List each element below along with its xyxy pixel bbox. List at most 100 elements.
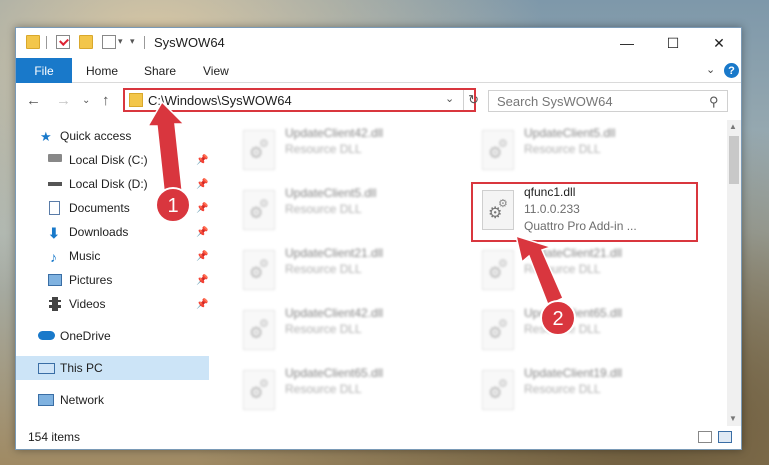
new-folder-icon[interactable]	[79, 35, 93, 49]
dll-file-icon	[482, 310, 514, 350]
sidebar-item-documents[interactable]: Documents 📌	[16, 196, 209, 220]
tab-view[interactable]: View	[203, 64, 229, 78]
sidebar-item-downloads[interactable]: ⬇ Downloads 📌	[16, 220, 209, 244]
sidebar-item-quick-access[interactable]: ★ Quick access	[16, 124, 209, 148]
list-item[interactable]: UpdateClient21.dll Resource DLL	[233, 242, 458, 294]
sidebar-item-label: This PC	[60, 361, 103, 375]
sidebar-item-local-disk-d[interactable]: Local Disk (D:) 📌	[16, 172, 209, 196]
list-item[interactable]: UpdateClient19.dll Resource DLL	[472, 362, 697, 414]
pin-icon[interactable]: 📌	[196, 155, 208, 166]
sidebar-item-label: OneDrive	[60, 329, 111, 343]
scroll-down-icon[interactable]: ▼	[729, 414, 737, 423]
file-name: UpdateClient21.dll	[285, 246, 384, 260]
tab-share[interactable]: Share	[144, 64, 176, 78]
maximize-button[interactable]: ☐	[650, 28, 696, 58]
sidebar-item-label: Pictures	[69, 273, 113, 287]
scroll-up-icon[interactable]: ▲	[729, 122, 737, 131]
folder-icon	[129, 93, 143, 107]
list-item[interactable]: UpdateClient42.dll Resource DLL	[233, 302, 458, 354]
sidebar-item-local-disk-c[interactable]: Local Disk (C:) 📌	[16, 148, 209, 172]
pictures-icon	[48, 274, 62, 286]
list-item[interactable]: UpdateClient21.dll Resource DLL	[472, 242, 697, 294]
file-type: Resource DLL	[524, 322, 601, 336]
navigation-pane: ★ Quick access Local Disk (C:) 📌 Local D…	[16, 120, 209, 426]
chevron-down-icon[interactable]: ⌄	[445, 92, 454, 105]
pin-icon[interactable]: 📌	[196, 203, 208, 214]
dll-file-icon	[243, 310, 275, 350]
details-view-icon[interactable]	[698, 431, 712, 443]
vertical-scrollbar[interactable]: ▲ ▼	[727, 120, 741, 426]
star-icon: ★	[40, 129, 52, 144]
sidebar-item-onedrive[interactable]: OneDrive	[16, 324, 209, 348]
downloads-icon: ⬇	[48, 225, 60, 241]
sidebar-item-label: Videos	[69, 297, 106, 311]
refresh-icon[interactable]: ↻	[463, 90, 479, 110]
customize-toolbar-icon[interactable]	[102, 35, 116, 49]
file-type: Resource DLL	[285, 142, 362, 156]
help-icon[interactable]: ?	[724, 63, 739, 78]
recent-locations-button[interactable]: ⌄	[82, 95, 90, 106]
forward-button[interactable]: →	[56, 92, 71, 109]
address-bar[interactable]: C:\Windows\SysWOW64 ⌄ ↻	[123, 88, 479, 112]
dll-file-icon	[243, 250, 275, 290]
scroll-thumb[interactable]	[729, 136, 739, 184]
sidebar-item-label: Documents	[69, 201, 130, 215]
separator	[46, 36, 47, 49]
sidebar-item-this-pc[interactable]: This PC	[16, 356, 209, 380]
sidebar-item-label: Network	[60, 393, 105, 407]
up-button[interactable]: ↑	[102, 92, 110, 109]
list-item[interactable]: UpdateClient5.dll Resource DLL	[472, 122, 697, 174]
pin-icon[interactable]: 📌	[196, 227, 208, 238]
videos-icon	[49, 297, 61, 311]
dll-file-icon	[482, 250, 514, 290]
pin-icon[interactable]: 📌	[196, 275, 208, 286]
sidebar-item-label: Downloads	[69, 225, 129, 239]
search-input[interactable]: Search SysWOW64 ⚲	[488, 90, 728, 112]
sidebar-item-music[interactable]: ♪ Music 📌	[16, 244, 209, 268]
highlight-box	[471, 182, 698, 242]
minimize-button[interactable]: —	[604, 28, 650, 58]
search-icon[interactable]: ⚲	[709, 94, 719, 110]
folder-icon	[26, 35, 40, 49]
dll-file-icon	[243, 130, 275, 170]
network-icon	[38, 394, 54, 406]
tab-file[interactable]: File	[16, 58, 72, 83]
properties-icon[interactable]	[56, 35, 70, 49]
file-type: Resource DLL	[524, 142, 601, 156]
list-item[interactable]: UpdateClient65.dll Resource DLL	[233, 362, 458, 414]
list-item[interactable]: UpdateClient5.dll Resource DLL	[233, 182, 458, 234]
title-bar: ▾ ▾ SysWOW64 — ☐ ✕	[16, 28, 741, 58]
dropdown-icon[interactable]: ▾	[130, 36, 135, 47]
navigation-bar: ← → ⌄ ↑ C:\Windows\SysWOW64 ⌄ ↻ Search S…	[16, 84, 741, 118]
chevron-down-icon[interactable]: ▾	[118, 36, 123, 47]
sidebar-item-label: Local Disk (D:)	[69, 177, 148, 191]
file-name: UpdateClient65.dll	[524, 306, 623, 320]
expand-ribbon-icon[interactable]: ⌄	[706, 63, 715, 76]
file-type: Resource DLL	[524, 262, 601, 276]
file-name: UpdateClient21.dll	[524, 246, 623, 260]
pin-icon[interactable]: 📌	[196, 251, 208, 262]
back-button[interactable]: ←	[26, 92, 41, 109]
file-type: Resource DLL	[285, 382, 362, 396]
sidebar-item-label: Quick access	[60, 129, 132, 143]
address-path[interactable]: C:\Windows\SysWOW64	[148, 93, 292, 108]
status-bar: 154 items	[16, 426, 741, 449]
tab-home[interactable]: Home	[86, 64, 118, 78]
file-type: Resource DLL	[285, 202, 362, 216]
sidebar-item-pictures[interactable]: Pictures 📌	[16, 268, 209, 292]
window-title: SysWOW64	[154, 35, 225, 50]
drive-icon	[48, 154, 62, 162]
sidebar-item-network[interactable]: Network	[16, 388, 209, 412]
large-icons-view-icon[interactable]	[718, 431, 732, 443]
file-list: UpdateClient42.dll Resource DLL UpdateCl…	[211, 120, 726, 426]
file-name: UpdateClient5.dll	[285, 186, 377, 200]
pin-icon[interactable]: 📌	[196, 299, 208, 310]
ribbon-tabs: File Home Share View ⌄ ?	[16, 58, 741, 83]
close-button[interactable]: ✕	[696, 28, 742, 58]
list-item[interactable]: UpdateClient65.dll Resource DLL	[472, 302, 697, 354]
file-type: Resource DLL	[285, 262, 362, 276]
pin-icon[interactable]: 📌	[196, 179, 208, 190]
sidebar-item-videos[interactable]: Videos 📌	[16, 292, 209, 316]
file-name: UpdateClient65.dll	[285, 366, 384, 380]
list-item[interactable]: UpdateClient42.dll Resource DLL	[233, 122, 458, 174]
